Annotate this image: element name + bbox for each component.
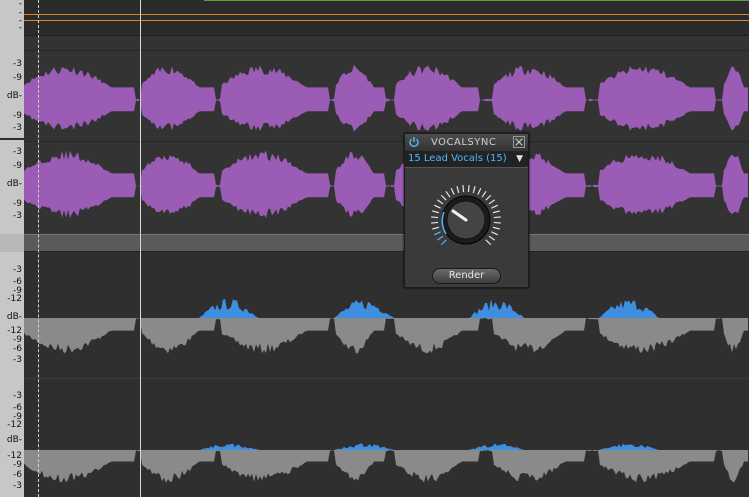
knob-scale-tick (462, 185, 465, 193)
ruler-tick: -3 (13, 211, 22, 221)
knob-scale-tick (434, 204, 441, 209)
knob-scale-tick (445, 190, 451, 198)
waveform-positive (334, 300, 394, 318)
waveform-positive (599, 300, 659, 318)
knob-scale-tick (491, 204, 498, 209)
loop-marker[interactable] (38, 0, 39, 497)
knob-scale-tick (492, 210, 500, 214)
guide-ruler-right: -3 -9 dB- -9 -3 (0, 140, 24, 234)
waveform-negative (24, 318, 748, 354)
ruler-separator (0, 234, 24, 252)
ruler-tick: -3 (13, 391, 22, 401)
ruler-tick: -12 (7, 420, 22, 430)
ruler-tick: dB- (6, 179, 22, 189)
ruler-tick: -9 (13, 460, 22, 470)
waveform-positive (469, 443, 524, 450)
knob-scale-tick (493, 221, 501, 224)
waveform-positive (334, 443, 394, 450)
ruler-tick: dB- (6, 435, 22, 445)
knob-scale-tick (492, 226, 500, 230)
ruler-tick: - (18, 23, 22, 33)
guide-ruler-left: -3 -9 dB- -9 -3 (0, 52, 24, 138)
lane-divider (24, 378, 749, 379)
waveform-positive (199, 443, 259, 450)
power-icon[interactable] (408, 136, 420, 148)
knob-scale-tick (436, 199, 444, 205)
ruler-tick: -3 (13, 265, 22, 275)
automation-line-green[interactable] (204, 0, 749, 1)
plugin-title: VOCALSYNC (431, 137, 497, 148)
knob-scale-tick (432, 226, 440, 230)
guide-track-dropdown[interactable]: 15 Lead Vocals (15) ▼ (405, 152, 528, 168)
ruler-tick: -12 (7, 294, 22, 304)
knob-scale-tick (477, 188, 482, 195)
knob-scale-tick (488, 235, 496, 241)
automation-line-orange[interactable] (24, 14, 749, 15)
ruler-tick: -9 (13, 111, 22, 121)
knob-scale-tick (450, 188, 455, 195)
track-separator (24, 234, 749, 252)
automation-lane[interactable] (24, 0, 749, 36)
close-icon[interactable] (513, 136, 525, 148)
knob-scale-tick (431, 216, 439, 219)
waveform-positive (199, 299, 259, 318)
ruler-gap (0, 36, 24, 52)
automation-ruler: - - - - (0, 0, 24, 36)
automation-line-orange[interactable] (24, 20, 749, 21)
ruler-tick: dB- (6, 312, 22, 322)
knob-scale-tick (485, 239, 492, 246)
ruler-tick: dB- (6, 91, 22, 101)
ruler-tick: -9 (13, 199, 22, 209)
knob-scale-tick (488, 199, 496, 205)
knob-scale-tick (491, 231, 498, 236)
ruler-tick: -6 (13, 470, 22, 480)
knob-scale-tick (431, 221, 439, 224)
knob-scale-tick (440, 239, 447, 246)
waveform-shape (24, 150, 748, 218)
ruler-tick: -3 (13, 147, 22, 157)
alignment-knob[interactable] (428, 182, 504, 258)
guide-waveform-right[interactable] (24, 146, 749, 226)
lane-divider (24, 50, 749, 51)
waveform-negative (24, 450, 748, 483)
knob-scale-tick (485, 194, 492, 201)
render-button[interactable]: Render (432, 268, 501, 284)
aligned-waveform-upper[interactable] (24, 288, 749, 368)
ruler-tick: -9 (13, 161, 22, 171)
knob-scale-tick (472, 186, 476, 194)
aligned-ruler-upper: -3 -6 -9 -12 dB- -12 -9 -6 -3 (0, 252, 24, 378)
lane-divider (24, 141, 749, 142)
waveform-positive (469, 299, 524, 318)
ruler-tick: -3 (13, 59, 22, 69)
knob-scale-tick (432, 210, 440, 214)
knob-scale-tick (481, 190, 487, 198)
ruler-tick: -6 (13, 344, 22, 354)
knob-scale-tick (436, 235, 444, 241)
ruler-tick: -9 (13, 73, 22, 83)
editor-view: - - - - -3 -9 dB- -9 -3 -3 -9 dB- -9 -3 … (0, 0, 749, 497)
guide-waveform-left[interactable] (24, 60, 749, 140)
vocalsync-plugin-window[interactable]: VOCALSYNC 15 Lead Vocals (15) ▼ Render (404, 133, 529, 288)
selected-track-label: 15 Lead Vocals (15) (408, 153, 507, 164)
plugin-titlebar[interactable]: VOCALSYNC (405, 134, 528, 152)
knob-scale-tick (456, 186, 460, 194)
waveform-positive (599, 443, 659, 450)
waveform-shape (24, 64, 748, 132)
ruler-tick: -3 (13, 123, 22, 133)
knob-scale-tick (434, 231, 441, 236)
ruler-tick: -3 (13, 481, 22, 491)
knob-scale-tick (440, 194, 447, 201)
knob-scale-tick (467, 185, 470, 193)
ruler-tick: -3 (13, 355, 22, 365)
aligned-waveform-lower[interactable] (24, 420, 749, 497)
knob-scale-tick (493, 216, 501, 219)
aligned-ruler-lower: -3 -6 -9 -12 dB- -12 -9 -6 -3 (0, 378, 24, 497)
chevron-down-icon[interactable]: ▼ (516, 154, 523, 164)
playhead-cursor[interactable] (140, 0, 141, 497)
